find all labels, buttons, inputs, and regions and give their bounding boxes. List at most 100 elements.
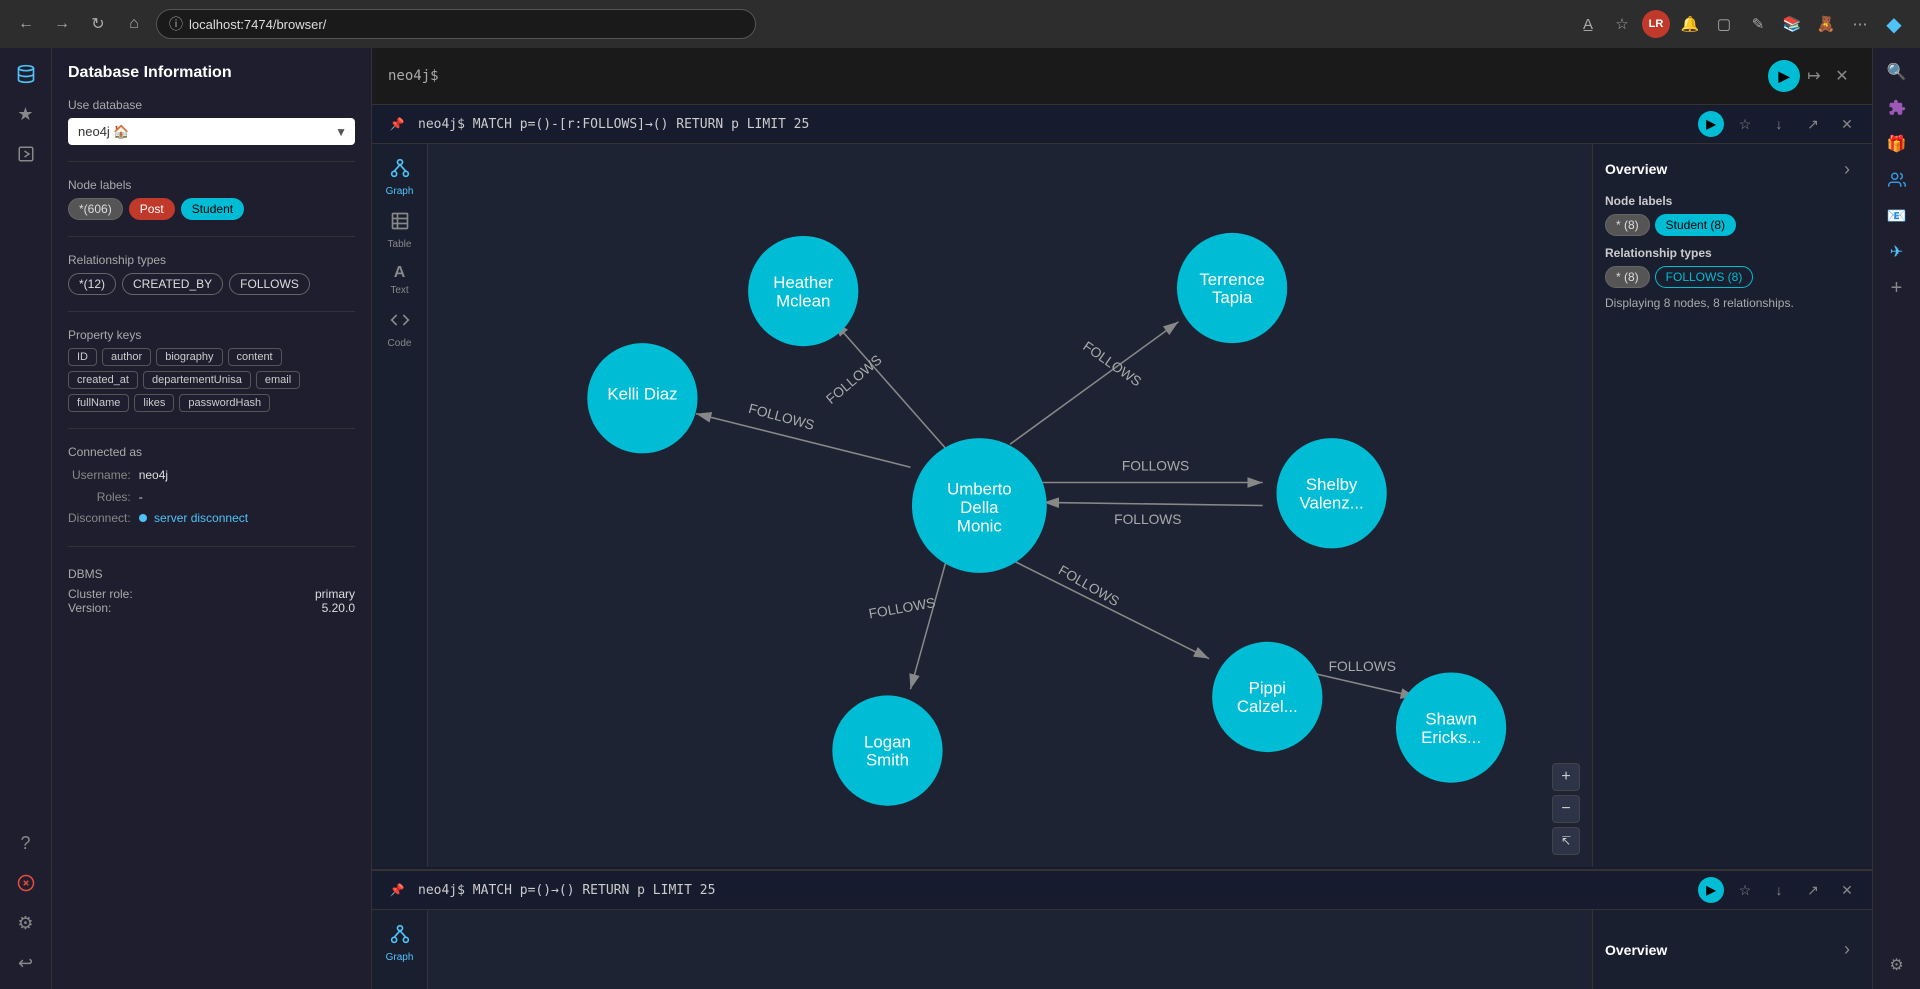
query-expand-button[interactable]: ↦ — [1800, 62, 1828, 90]
favorites-button[interactable]: ✎ — [1744, 10, 1772, 38]
split-view-button[interactable]: ▢ — [1710, 10, 1738, 38]
result-download-btn-1[interactable]: ↓ — [1766, 111, 1792, 137]
right-users-btn[interactable] — [1881, 164, 1913, 196]
prop-likes[interactable]: likes — [134, 394, 174, 412]
prop-id[interactable]: ID — [68, 348, 97, 366]
edge-button[interactable]: ◆ — [1880, 10, 1908, 38]
result-expand-btn-2[interactable]: ↗ — [1800, 877, 1826, 903]
badge-created-by[interactable]: CREATED_BY — [122, 273, 223, 295]
prop-password[interactable]: passwordHash — [179, 394, 270, 412]
prop-content[interactable]: content — [228, 348, 282, 366]
badge-all-nodes[interactable]: *(606) — [68, 198, 123, 220]
overview-rel-badge-all[interactable]: * (8) — [1605, 266, 1650, 288]
graph-tab-icon-2 — [390, 924, 410, 949]
sidebar-run-btn[interactable] — [8, 136, 44, 172]
collections-button[interactable]: 📚 — [1778, 10, 1806, 38]
right-share-btn[interactable]: ✈ — [1881, 236, 1913, 268]
home-button[interactable]: ⌂ — [120, 10, 148, 38]
badge-follows[interactable]: FOLLOWS — [229, 273, 310, 295]
overview-rel-types-title: Relationship types — [1605, 246, 1860, 260]
prop-departement[interactable]: departementUnisa — [143, 371, 251, 389]
overview-node-labels-badges: * (8) Student (8) — [1605, 214, 1860, 236]
overview-badge-student[interactable]: Student (8) — [1655, 214, 1736, 236]
main-content: neo4j$ ▶ ↦ ✕ 📌 neo4j$ MATCH p=()-[r:FOLL… — [372, 48, 1872, 989]
node-logan[interactable] — [832, 695, 942, 805]
sidebar-error-btn[interactable] — [8, 865, 44, 901]
right-icon-sidebar: 🔍 🎁 📧 ✈ + ⚙ — [1872, 48, 1920, 989]
extensions-button[interactable]: 🧸 — [1812, 10, 1840, 38]
result-star-btn-2[interactable]: ☆ — [1732, 877, 1758, 903]
result-expand-btn-1[interactable]: ↗ — [1800, 111, 1826, 137]
divider-2 — [68, 236, 355, 237]
tab-graph-2[interactable]: Graph — [376, 918, 424, 969]
zoom-in-btn-1[interactable]: + — [1552, 763, 1580, 791]
result-star-btn-1[interactable]: ☆ — [1732, 111, 1758, 137]
tab-graph-1[interactable]: Graph — [376, 152, 424, 203]
bookmark-button[interactable]: ☆ — [1608, 10, 1636, 38]
right-add-btn[interactable]: + — [1881, 272, 1913, 304]
overview-badge-all[interactable]: * (8) — [1605, 214, 1650, 236]
right-settings-btn[interactable]: ⚙ — [1881, 949, 1913, 981]
relationship-types-badges: *(12) CREATED_BY FOLLOWS — [68, 273, 355, 295]
right-outlook-btn[interactable]: 📧 — [1881, 200, 1913, 232]
node-terrence[interactable] — [1177, 233, 1287, 343]
result-close-btn-1[interactable]: ✕ — [1834, 111, 1860, 137]
sidebar-help-btn[interactable]: ? — [8, 825, 44, 861]
db-select[interactable]: neo4j 🏠 — [68, 118, 355, 145]
prop-created-at[interactable]: created_at — [68, 371, 138, 389]
edge-label-shelby-umberto: FOLLOWS — [1114, 512, 1181, 527]
overview-node-labels-title: Node labels — [1605, 194, 1860, 208]
username-value: neo4j — [139, 465, 248, 487]
sidebar-database-btn[interactable] — [8, 56, 44, 92]
node-umberto[interactable] — [912, 438, 1047, 573]
right-apps-btn[interactable]: 🎁 — [1881, 128, 1913, 160]
prop-biography[interactable]: biography — [156, 348, 222, 366]
sidebar-undo-btn[interactable]: ↩ — [8, 945, 44, 981]
bottom-overview-expand-btn[interactable]: › — [1834, 937, 1860, 963]
overview-expand-btn-1[interactable]: › — [1834, 156, 1860, 182]
address-bar[interactable]: ⓘ localhost:7474/browser/ — [156, 9, 756, 39]
profile-button[interactable]: LR — [1642, 10, 1670, 38]
forward-button[interactable]: → — [48, 10, 76, 38]
refresh-button[interactable]: ↻ — [84, 10, 112, 38]
notifications-button[interactable]: 🔔 — [1676, 10, 1704, 38]
cluster-role-value: primary — [315, 587, 355, 601]
node-heather[interactable] — [748, 236, 858, 346]
prop-email[interactable]: email — [256, 371, 300, 389]
node-pippi[interactable] — [1212, 642, 1322, 752]
sidebar-favorites-btn[interactable]: ★ — [8, 96, 44, 132]
text-tab-icon: A — [394, 264, 406, 282]
zoom-fit-btn-1[interactable]: ↸ — [1552, 827, 1580, 855]
tab-code-1[interactable]: Code — [376, 304, 424, 355]
zoom-out-btn-1[interactable]: − — [1552, 795, 1580, 823]
result-run-btn-2[interactable]: ▶ — [1698, 877, 1724, 903]
pin-icon-1[interactable]: 📌 — [384, 111, 410, 137]
node-shelby[interactable] — [1276, 438, 1386, 548]
right-search-btn[interactable]: 🔍 — [1881, 56, 1913, 88]
prop-author[interactable]: author — [102, 348, 151, 366]
divider-5 — [68, 546, 355, 547]
dbms-section: DBMS Cluster role: primary Version: 5.20… — [68, 567, 355, 615]
right-extensions-btn[interactable] — [1881, 92, 1913, 124]
tab-table-1[interactable]: Table — [376, 205, 424, 256]
overview-rel-badge-follows[interactable]: FOLLOWS (8) — [1655, 266, 1754, 288]
badge-all-rels[interactable]: *(12) — [68, 273, 116, 295]
disconnect-link[interactable]: server disconnect — [154, 511, 248, 525]
badge-student[interactable]: Student — [181, 198, 244, 220]
tab-text-1[interactable]: A Text — [376, 258, 424, 302]
result-close-btn-2[interactable]: ✕ — [1834, 877, 1860, 903]
node-shawn[interactable] — [1396, 672, 1506, 782]
graph-area-1: FOLLOWS FOLLOWS FOLLOWS FOLLOWS — [428, 144, 1592, 867]
back-button[interactable]: ← — [12, 10, 40, 38]
pin-icon-2[interactable]: 📌 — [384, 877, 410, 903]
more-button[interactable]: ⋯ — [1846, 10, 1874, 38]
query-run-button[interactable]: ▶ — [1768, 60, 1800, 92]
translate-button[interactable]: A̲ — [1574, 10, 1602, 38]
result-run-btn-1[interactable]: ▶ — [1698, 111, 1724, 137]
query-close-button[interactable]: ✕ — [1828, 62, 1856, 90]
result-download-btn-2[interactable]: ↓ — [1766, 877, 1792, 903]
sidebar-settings-btn[interactable]: ⚙ — [8, 905, 44, 941]
prop-fullname[interactable]: fullName — [68, 394, 129, 412]
badge-post[interactable]: Post — [129, 198, 175, 220]
node-kelli[interactable] — [587, 343, 697, 453]
